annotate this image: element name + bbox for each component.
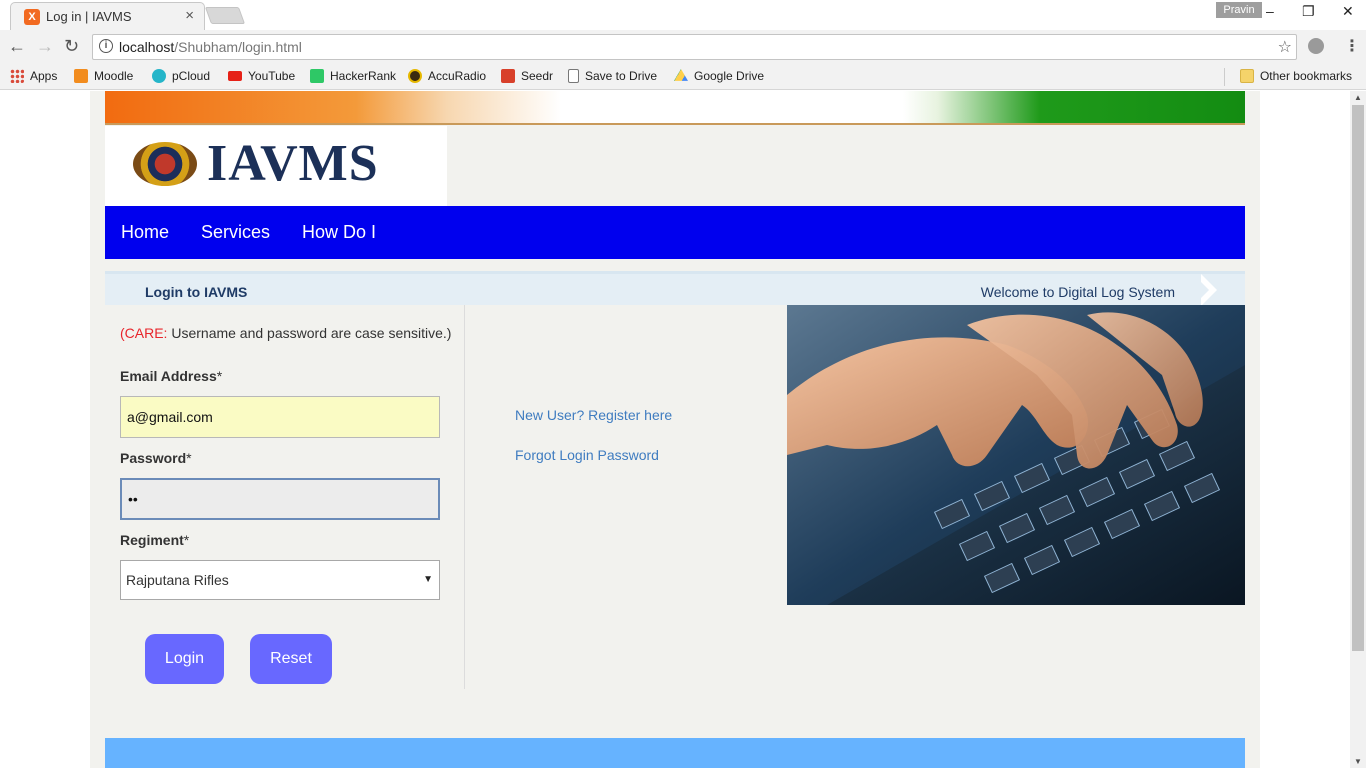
- browser-tab-strip: X Log in | IAVMS × Pravin – ❐ ✕: [0, 0, 1366, 30]
- regiment-label: Regiment*: [120, 532, 189, 548]
- password-field[interactable]: ••: [120, 478, 440, 520]
- url-host: localhost: [119, 39, 175, 55]
- care-text: Username and password are case sensitive…: [167, 325, 452, 341]
- bookmark-label: YouTube: [248, 69, 296, 83]
- bookmark-seedr[interactable]: Seedr: [501, 69, 553, 83]
- footer-bar: [105, 738, 1245, 768]
- care-prefix: (CARE:: [120, 325, 168, 341]
- site-logo[interactable]: IAVMS: [105, 126, 447, 206]
- section-title: Login to IAVMS: [145, 284, 248, 300]
- new-tab-button[interactable]: [204, 7, 246, 24]
- bookmark-label: Save to Drive: [585, 69, 658, 83]
- column-divider: [464, 305, 465, 689]
- xampp-favicon-icon: X: [24, 9, 40, 25]
- reset-button[interactable]: Reset: [250, 634, 332, 684]
- reload-icon[interactable]: ↻: [64, 36, 79, 57]
- page-icon: [568, 69, 579, 83]
- profile-badge[interactable]: Pravin: [1216, 2, 1262, 18]
- browser-toolbar: ← → ↻ i localhost/Shubham/login.html ☆ ⋮: [0, 30, 1366, 64]
- bookmark-apps[interactable]: Apps: [10, 69, 57, 83]
- care-note: (CARE: Username and password are case se…: [120, 325, 451, 341]
- url-text: localhost/Shubham/login.html: [119, 39, 302, 55]
- dropdown-arrow-icon: ▼: [423, 574, 433, 585]
- regiment-label-text: Regiment: [120, 532, 184, 548]
- address-bar[interactable]: i localhost/Shubham/login.html ☆: [92, 34, 1297, 60]
- bookmark-label: Google Drive: [694, 69, 765, 83]
- bookmark-label: Seedr: [521, 69, 554, 83]
- bookmark-label: Moodle: [94, 69, 134, 83]
- google-drive-icon: [674, 69, 688, 81]
- pcloud-icon: [152, 69, 166, 83]
- login-button[interactable]: Login: [145, 634, 224, 684]
- bookmark-google-drive[interactable]: Google Drive: [674, 69, 764, 83]
- url-path: /Shubham/login.html: [174, 39, 302, 55]
- forgot-password-link[interactable]: Forgot Login Password: [515, 447, 659, 463]
- bookmark-youtube[interactable]: YouTube: [228, 69, 295, 83]
- email-label-text: Email Address: [120, 368, 217, 384]
- bookmark-label: Apps: [30, 69, 58, 83]
- bookmark-other[interactable]: Other bookmarks: [1239, 69, 1352, 83]
- bookmark-accuradio[interactable]: AccuRadio: [408, 69, 486, 83]
- laptop-keyboard-illustration: [787, 305, 1245, 605]
- required-marker: *: [186, 450, 192, 466]
- page-viewport: IAVMS Home Services How Do I Login to IA…: [0, 91, 1350, 768]
- bookmark-label: Other bookmarks: [1259, 69, 1352, 83]
- close-tab-icon[interactable]: ×: [185, 7, 194, 24]
- password-label: Password*: [120, 450, 192, 466]
- forward-arrow-icon[interactable]: →: [36, 36, 54, 57]
- nav-services[interactable]: Services: [201, 222, 270, 243]
- bookmarks-bar: Apps Moodle pCloud YouTube HackerRank Ac…: [0, 64, 1366, 90]
- bookmark-save-to-drive[interactable]: Save to Drive: [568, 69, 657, 83]
- bookmark-star-icon[interactable]: ☆: [1278, 37, 1292, 57]
- apps-grid-icon: [10, 69, 24, 83]
- regiment-selected-value: Rajputana Rifles: [126, 572, 229, 588]
- required-marker: *: [183, 532, 190, 548]
- nav-how-do-i[interactable]: How Do I: [302, 222, 376, 243]
- restore-icon[interactable]: ❐: [1302, 3, 1315, 20]
- bookmark-label: pCloud: [172, 69, 211, 83]
- scrollbar-thumb[interactable]: [1352, 105, 1364, 651]
- back-arrow-icon[interactable]: ←: [8, 36, 26, 57]
- moodle-icon: [74, 69, 88, 83]
- bookmark-separator: [1224, 68, 1225, 86]
- scroll-down-arrow-icon[interactable]: ▼: [1354, 757, 1362, 766]
- logo-text: IAVMS: [207, 135, 379, 192]
- page-scrollbar[interactable]: ▲ ▼: [1350, 91, 1366, 768]
- bookmark-moodle[interactable]: Moodle: [74, 69, 133, 83]
- regiment-select[interactable]: Rajputana Rifles ▼: [120, 560, 440, 600]
- email-field[interactable]: a@gmail.com: [120, 396, 440, 438]
- close-window-icon[interactable]: ✕: [1342, 3, 1354, 20]
- typing-hands-photo: [787, 305, 1245, 605]
- chevron-right-icon-inner: [1193, 274, 1209, 306]
- section-header-bar: Login to IAVMS Welcome to Digital Log Sy…: [105, 271, 1245, 306]
- required-marker: *: [216, 368, 223, 384]
- banner-divider: [105, 123, 1245, 125]
- seedr-icon: [501, 69, 515, 83]
- accuradio-icon: [408, 69, 422, 83]
- password-label-text: Password: [120, 450, 187, 466]
- info-icon[interactable]: i: [99, 39, 113, 53]
- extension-icon[interactable]: [1308, 38, 1324, 54]
- browser-tab[interactable]: X Log in | IAVMS ×: [10, 2, 205, 30]
- bookmark-label: AccuRadio: [428, 69, 487, 83]
- army-emblem-icon: [133, 142, 197, 186]
- tab-title: Log in | IAVMS: [46, 9, 132, 24]
- minimize-icon[interactable]: –: [1266, 3, 1274, 19]
- bookmark-pcloud[interactable]: pCloud: [152, 69, 210, 83]
- register-link[interactable]: New User? Register here: [515, 407, 672, 423]
- page-container: IAVMS Home Services How Do I Login to IA…: [90, 91, 1260, 768]
- browser-menu-icon[interactable]: ⋮: [1344, 36, 1360, 56]
- nav-home[interactable]: Home: [121, 222, 169, 243]
- folder-icon: [1239, 69, 1254, 83]
- youtube-icon: [228, 71, 242, 81]
- welcome-text: Welcome to Digital Log System: [980, 284, 1175, 300]
- hackerrank-icon: [310, 69, 324, 83]
- scroll-up-arrow-icon[interactable]: ▲: [1354, 93, 1362, 102]
- bookmark-hackerrank[interactable]: HackerRank: [310, 69, 396, 83]
- tricolor-banner: [105, 91, 1245, 125]
- email-label: Email Address*: [120, 368, 222, 384]
- bookmark-label: HackerRank: [330, 69, 397, 83]
- main-navbar: Home Services How Do I: [105, 206, 1245, 259]
